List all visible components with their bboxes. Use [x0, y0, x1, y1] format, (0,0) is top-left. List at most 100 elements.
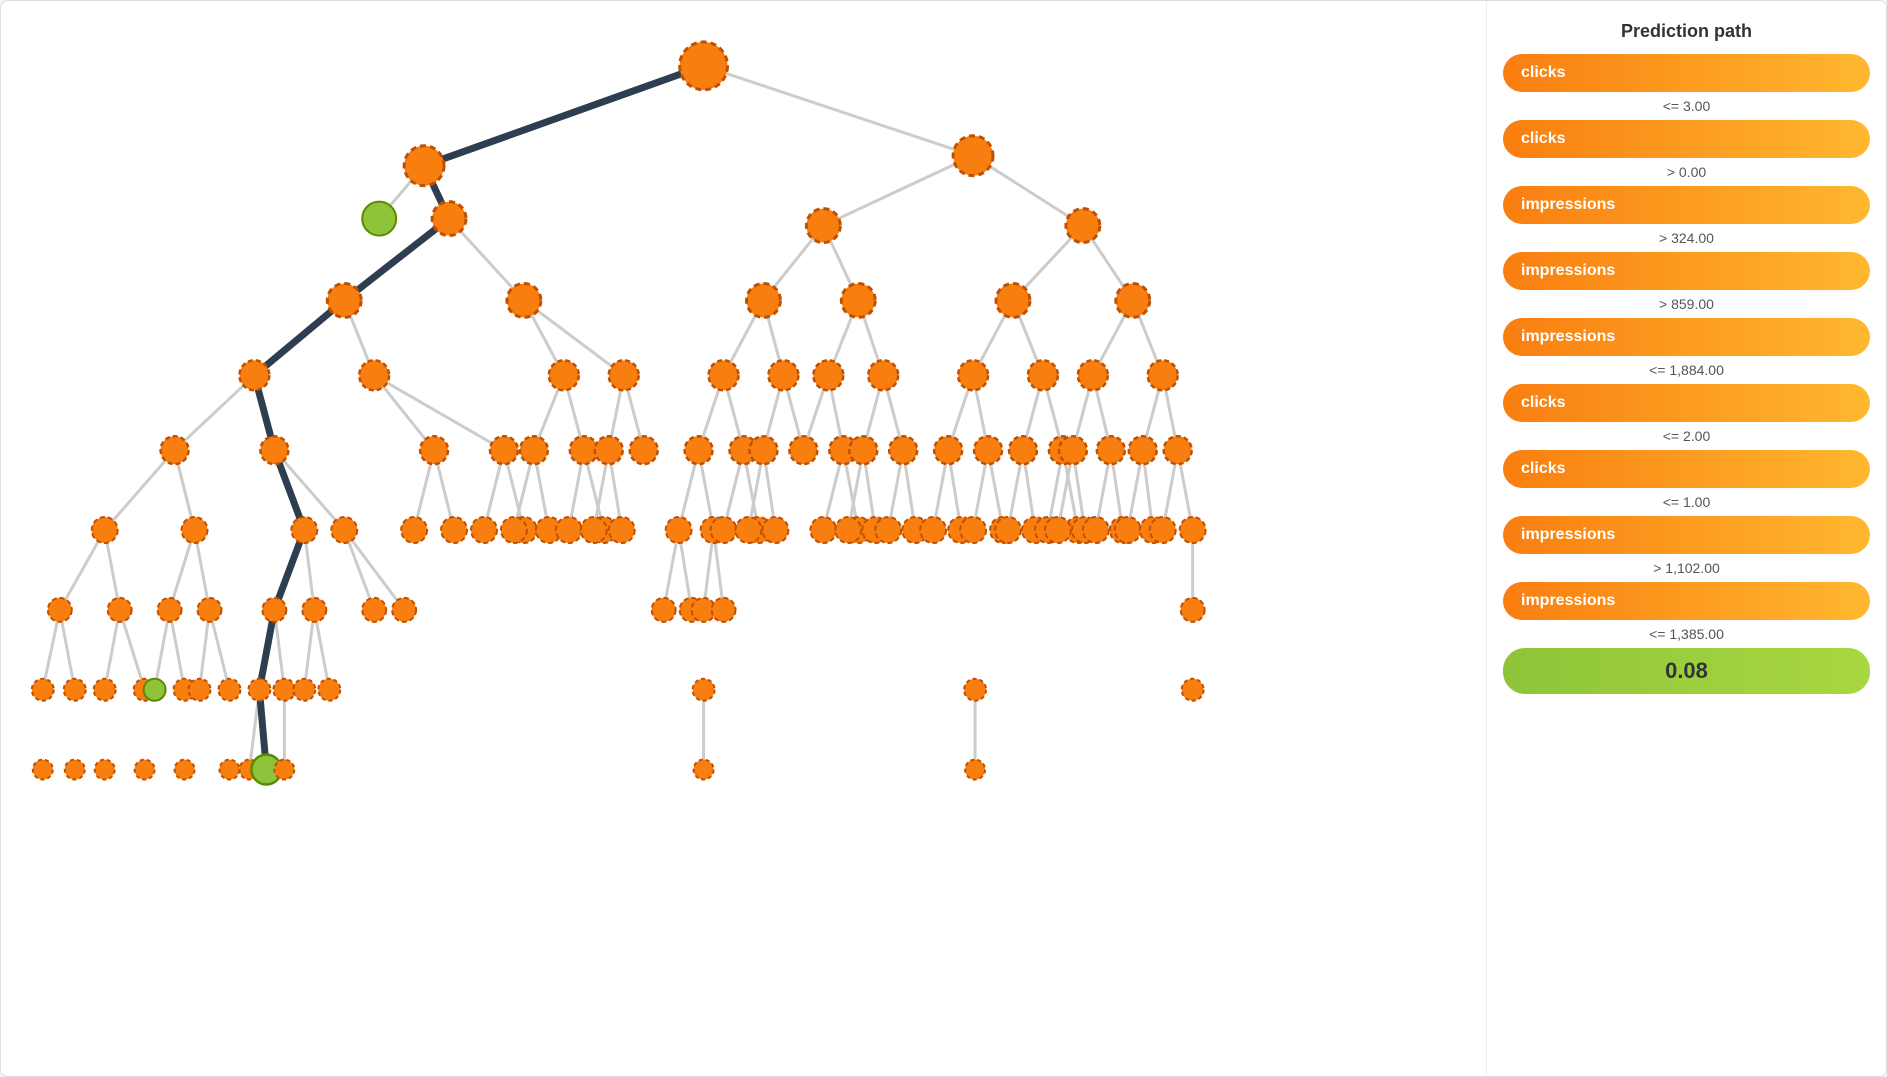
node-l6-4[interactable] — [331, 517, 357, 543]
node-l3-2[interactable] — [507, 283, 541, 317]
node-970-r[interactable] — [1066, 209, 1100, 243]
node-l6-25[interactable] — [875, 517, 901, 543]
node-l3-3[interactable] — [746, 283, 780, 317]
node-l5-2[interactable] — [260, 436, 288, 464]
pred-badge-impressions-3[interactable]: impressions — [1503, 318, 1870, 356]
node-l4-3[interactable] — [549, 360, 579, 390]
node-l8-8[interactable] — [248, 679, 270, 701]
node-green-2[interactable] — [144, 679, 166, 701]
node-l9-3[interactable] — [95, 760, 115, 780]
node-l4-1[interactable] — [239, 360, 269, 390]
node-l6-5[interactable] — [401, 517, 427, 543]
node-l5-23[interactable] — [1164, 436, 1192, 464]
node-l5-20[interactable] — [1059, 436, 1087, 464]
node-l1-left[interactable] — [404, 146, 444, 186]
pred-badge-impressions-4[interactable]: impressions — [1503, 516, 1870, 554]
node-l6-14[interactable] — [609, 517, 635, 543]
node-l5-8[interactable] — [630, 436, 658, 464]
node-l9-8[interactable] — [274, 760, 294, 780]
pred-badge-clicks-4[interactable]: clicks — [1503, 450, 1870, 488]
node-l9-2[interactable] — [65, 760, 85, 780]
node-l6-3[interactable] — [291, 517, 317, 543]
node-l8-12[interactable] — [693, 679, 715, 701]
node-l6-17[interactable] — [711, 517, 737, 543]
node-l4-8[interactable] — [868, 360, 898, 390]
node-l5-22[interactable] — [1129, 436, 1157, 464]
node-l4-2[interactable] — [359, 360, 389, 390]
node-l9-9[interactable] — [694, 760, 714, 780]
node-l6-6[interactable] — [441, 517, 467, 543]
node-l7-6[interactable] — [302, 598, 326, 622]
node-l7-9[interactable] — [652, 598, 676, 622]
node-l4-12[interactable] — [1148, 360, 1178, 390]
node-l8-10[interactable] — [293, 679, 315, 701]
node-l1-right[interactable] — [953, 136, 993, 176]
pred-badge-clicks-1[interactable]: clicks — [1503, 54, 1870, 92]
node-l4-6[interactable] — [768, 360, 798, 390]
node-l5-9[interactable] — [685, 436, 713, 464]
pred-badge-impressions-5[interactable]: impressions — [1503, 582, 1870, 620]
node-green-1[interactable] — [362, 202, 396, 236]
node-l6-39[interactable] — [1115, 517, 1141, 543]
node-l7-5[interactable] — [262, 598, 286, 622]
node-l6-13[interactable] — [581, 517, 607, 543]
node-l4-10[interactable] — [1028, 360, 1058, 390]
node-l7-2[interactable] — [108, 598, 132, 622]
node-l6-9[interactable] — [501, 517, 527, 543]
node-l6-37[interactable] — [1083, 517, 1109, 543]
node-l5-16[interactable] — [934, 436, 962, 464]
node-l3-5[interactable] — [996, 283, 1030, 317]
node-l4-11[interactable] — [1078, 360, 1108, 390]
node-l9-4[interactable] — [135, 760, 155, 780]
node-l9-10[interactable] — [965, 760, 985, 780]
node-l2-r[interactable] — [432, 202, 466, 236]
node-l5-7[interactable] — [595, 436, 623, 464]
node-l6-20[interactable] — [762, 517, 788, 543]
node-l8-11[interactable] — [318, 679, 340, 701]
node-l5-17[interactable] — [974, 436, 1002, 464]
pred-badge-clicks-2[interactable]: clicks — [1503, 120, 1870, 158]
node-l8-1[interactable] — [32, 679, 54, 701]
node-l8-13[interactable] — [964, 679, 986, 701]
node-l5-14[interactable] — [849, 436, 877, 464]
node-l7-4[interactable] — [198, 598, 222, 622]
node-l6-27[interactable] — [920, 517, 946, 543]
node-root[interactable] — [680, 42, 728, 90]
node-l8-9[interactable] — [273, 679, 295, 701]
node-l5-12[interactable] — [789, 436, 817, 464]
node-l6-2[interactable] — [182, 517, 208, 543]
node-l7-7[interactable] — [362, 598, 386, 622]
node-l3-1[interactable] — [327, 283, 361, 317]
node-l9-6[interactable] — [219, 760, 239, 780]
node-l8-6[interactable] — [189, 679, 211, 701]
node-l5-21[interactable] — [1097, 436, 1125, 464]
node-l7-13[interactable] — [1181, 598, 1205, 622]
node-l9-1[interactable] — [33, 760, 53, 780]
node-l6-19[interactable] — [736, 517, 762, 543]
node-l5-18[interactable] — [1009, 436, 1037, 464]
node-l8-7[interactable] — [218, 679, 240, 701]
node-l6-35[interactable] — [1045, 517, 1071, 543]
node-l6-31[interactable] — [995, 517, 1021, 543]
node-l6-7[interactable] — [471, 517, 497, 543]
node-l6-29[interactable] — [960, 517, 986, 543]
node-l7-12[interactable] — [712, 598, 736, 622]
node-l7-3[interactable] — [158, 598, 182, 622]
node-l8-3[interactable] — [94, 679, 116, 701]
node-l7-8[interactable] — [392, 598, 416, 622]
pred-badge-clicks-3[interactable]: clicks — [1503, 384, 1870, 422]
pred-badge-impressions-1[interactable]: impressions — [1503, 186, 1870, 224]
node-l6-41[interactable] — [1150, 517, 1176, 543]
node-l6-42[interactable] — [1180, 517, 1206, 543]
node-l4-7[interactable] — [813, 360, 843, 390]
node-l3-4[interactable] — [841, 283, 875, 317]
node-l5-3[interactable] — [420, 436, 448, 464]
node-l7-1[interactable] — [48, 598, 72, 622]
node-l8-2[interactable] — [64, 679, 86, 701]
node-970-l[interactable] — [806, 209, 840, 243]
node-l9-5[interactable] — [175, 760, 195, 780]
node-l4-9[interactable] — [958, 360, 988, 390]
node-l5-1[interactable] — [161, 436, 189, 464]
node-l5-15[interactable] — [889, 436, 917, 464]
node-l6-1[interactable] — [92, 517, 118, 543]
